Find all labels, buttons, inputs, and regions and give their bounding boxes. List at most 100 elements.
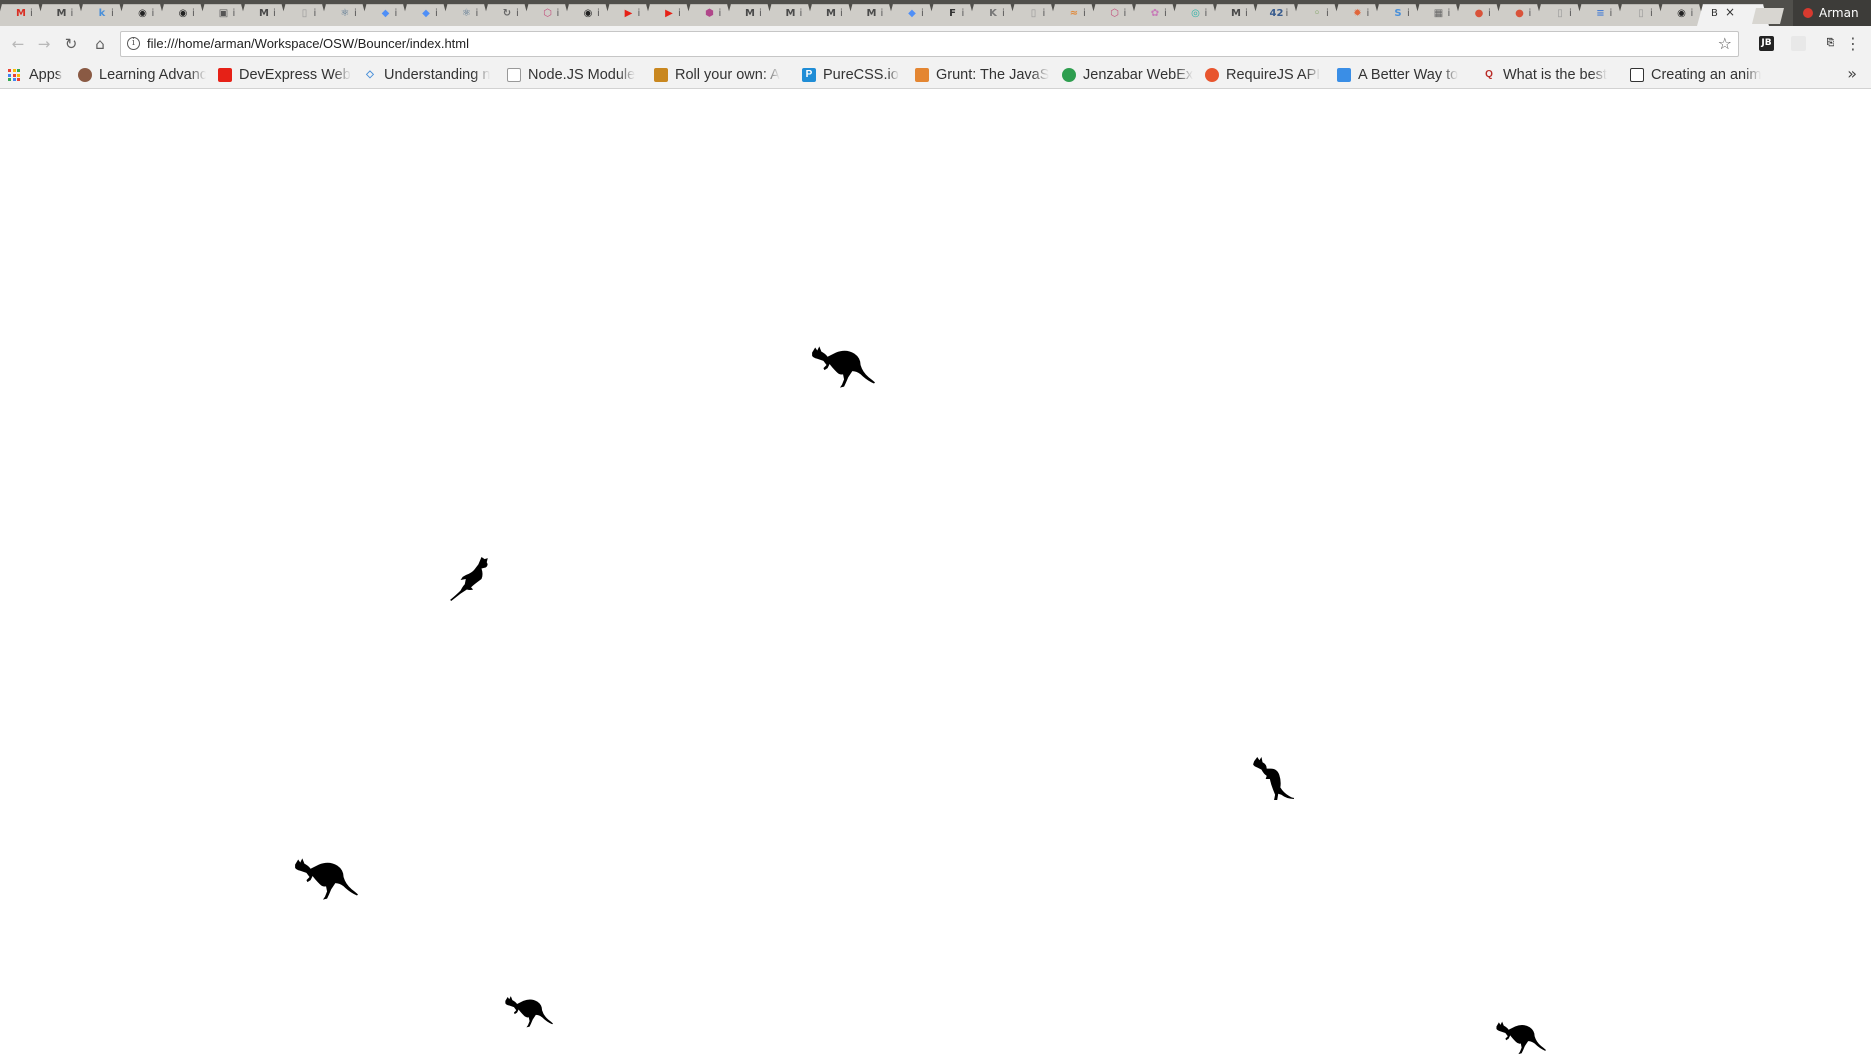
url-text[interactable]: file:///home/arman/Workspace/OSW/Bouncer…	[147, 36, 469, 51]
browser-tab[interactable]: ✹ i	[1337, 0, 1378, 26]
bookmark-item[interactable]: ◇ Understanding n	[363, 62, 495, 88]
browser-tab[interactable]: ▶ i	[608, 0, 649, 26]
document-icon	[507, 68, 521, 82]
bookmark-item[interactable]: A Better Way to	[1337, 62, 1470, 88]
browser-tab[interactable]: Ki	[972, 0, 1013, 26]
kangaroo-sprite	[1252, 756, 1294, 800]
bookmark-item[interactable]: P PureCSS.io	[802, 62, 903, 88]
kangaroo-sprite	[292, 855, 358, 901]
browser-tab[interactable]: ◆ i	[365, 0, 406, 26]
profile-button[interactable]: Arman	[1793, 0, 1871, 26]
quora-icon: Q	[1485, 69, 1493, 80]
browser-tab[interactable]: ● i	[1499, 0, 1540, 26]
info-icon[interactable]: i	[127, 37, 140, 50]
browser-tab[interactable]: ⚛ i	[324, 0, 365, 26]
react-icon: ⚛	[462, 8, 471, 19]
browser-tab[interactable]: ▯ i	[284, 0, 325, 26]
browser-tab[interactable]: ◆ i	[405, 0, 446, 26]
browser-tab[interactable]: ◉ i	[1661, 0, 1702, 26]
browser-tab[interactable]: ▯ i	[1620, 0, 1661, 26]
bookmark-item[interactable]: Learning Advanc	[78, 62, 206, 88]
tab-title-truncated: i	[354, 8, 357, 19]
profile-name: Arman	[1819, 6, 1859, 20]
chrome-menu-button[interactable]: ⋮	[1845, 32, 1861, 56]
browser-tab[interactable]: ≡ i	[1580, 0, 1621, 26]
app-icon: ◆	[908, 8, 916, 19]
reload-button[interactable]: ↻	[61, 34, 81, 54]
kangaroo-sprite	[503, 993, 553, 1029]
browser-tab[interactable]: Mi	[41, 0, 82, 26]
bookmark-item[interactable]: DevExpress Web	[218, 62, 351, 88]
react-icon: ⚛	[340, 8, 350, 19]
bookmark-star-icon[interactable]: ☆	[1718, 34, 1732, 53]
bookmark-item[interactable]: Jenzabar WebEx	[1062, 62, 1193, 88]
docs-icon: ≡	[1596, 8, 1605, 19]
bookmarks-bar: Apps Learning Advanc DevExpress Web ◇ Unders…	[0, 62, 1871, 89]
bookmark-item[interactable]: RequireJS API	[1205, 62, 1325, 88]
browser-tab[interactable]: ◉ i	[122, 0, 163, 26]
browser-tab[interactable]: ki	[81, 0, 122, 26]
browser-tab[interactable]: ↻ i	[486, 0, 527, 26]
bookmark-item[interactable]: Roll your own: A	[654, 62, 790, 88]
tab-title-truncated: i	[1366, 8, 1370, 19]
browser-tab[interactable]: ✿ i	[1134, 0, 1175, 26]
browser-tab[interactable]: Mi	[1215, 0, 1256, 26]
browser-tab[interactable]: ◉ i	[567, 0, 608, 26]
browser-tab[interactable]: ▯ i	[1539, 0, 1580, 26]
extension-icon[interactable]: JB	[1759, 36, 1774, 51]
browser-tab[interactable]: ◦ i	[1296, 0, 1337, 26]
browser-tab[interactable]: Mi	[729, 0, 770, 26]
window-icon	[1630, 68, 1644, 82]
bookmark-item[interactable]: Apps	[8, 62, 66, 88]
browser-tab[interactable]: Fi	[932, 0, 973, 26]
browser-tab[interactable]: Mi	[0, 0, 41, 26]
bookmark-item[interactable]: Node.JS Module	[507, 62, 642, 88]
browser-tab[interactable]: 42 i	[1256, 0, 1297, 26]
tab-title-truncated: i	[1488, 8, 1491, 19]
browser-tab[interactable]: ⚛ i	[446, 0, 487, 26]
github-icon: ◉	[178, 8, 188, 19]
bookmarks-overflow-button[interactable]: »	[1847, 64, 1857, 83]
browser-tab[interactable]: Mi	[243, 0, 284, 26]
extension-icon[interactable]	[1791, 36, 1806, 51]
medium-icon: M	[785, 8, 796, 19]
back-button[interactable]: ←	[8, 34, 28, 54]
tab-close-icon[interactable]: ×	[1725, 5, 1735, 19]
tab-title-truncated: i	[192, 8, 195, 19]
bookmark-item[interactable]: Grunt: The JavaS	[915, 62, 1050, 88]
browser-tab[interactable]: ◉ i	[162, 0, 203, 26]
browser-tab[interactable]: Mi	[851, 0, 892, 26]
forward-button[interactable]: →	[34, 34, 54, 54]
tab-title-truncated: i	[273, 8, 276, 19]
browser-tab[interactable]: ● i	[1458, 0, 1499, 26]
browser-tab[interactable]: ▦ i	[1418, 0, 1459, 26]
bookmark-item[interactable]: Creating an anim	[1630, 62, 1770, 88]
k-logo-icon: K	[989, 8, 997, 19]
browser-tab[interactable]: Si	[1377, 0, 1418, 26]
home-button[interactable]: ⌂	[90, 34, 110, 54]
browser-tab[interactable]: ⬢ i	[689, 0, 730, 26]
browser-tab[interactable]: ▣ i	[203, 0, 244, 26]
bookmark-label: Creating an anim	[1651, 67, 1762, 83]
browser-tab[interactable]: ⬡ i	[1094, 0, 1135, 26]
browser-tab[interactable]: Mi	[770, 0, 811, 26]
bookmark-item[interactable]: Q What is the best	[1482, 62, 1618, 88]
tab-title-truncated: i	[1650, 8, 1653, 19]
browser-tab[interactable]: ▶ i	[648, 0, 689, 26]
wave-icon: ≈	[1069, 8, 1079, 19]
extension-icon[interactable]: ⎘	[1823, 36, 1838, 51]
shield-icon: ⬢	[705, 8, 714, 19]
browser-tab[interactable]: Mi	[810, 0, 851, 26]
browser-tab[interactable]: ▯ i	[1013, 0, 1054, 26]
page-canvas	[0, 89, 1871, 1055]
browser-tab[interactable]: ⬡ i	[527, 0, 568, 26]
youtube-icon: ▶	[624, 8, 633, 19]
browser-tab[interactable]: ◆ i	[891, 0, 932, 26]
new-tab-button[interactable]	[1752, 8, 1784, 24]
address-bar[interactable]: i file:///home/arman/Workspace/OSW/Bounc…	[120, 31, 1739, 57]
smile-icon	[1337, 68, 1351, 82]
browser-tab[interactable]: ≈ i	[1053, 0, 1094, 26]
medium-icon: M	[745, 8, 755, 19]
tab-title-truncated: i	[70, 8, 74, 19]
browser-tab[interactable]: ◎ i	[1175, 0, 1216, 26]
